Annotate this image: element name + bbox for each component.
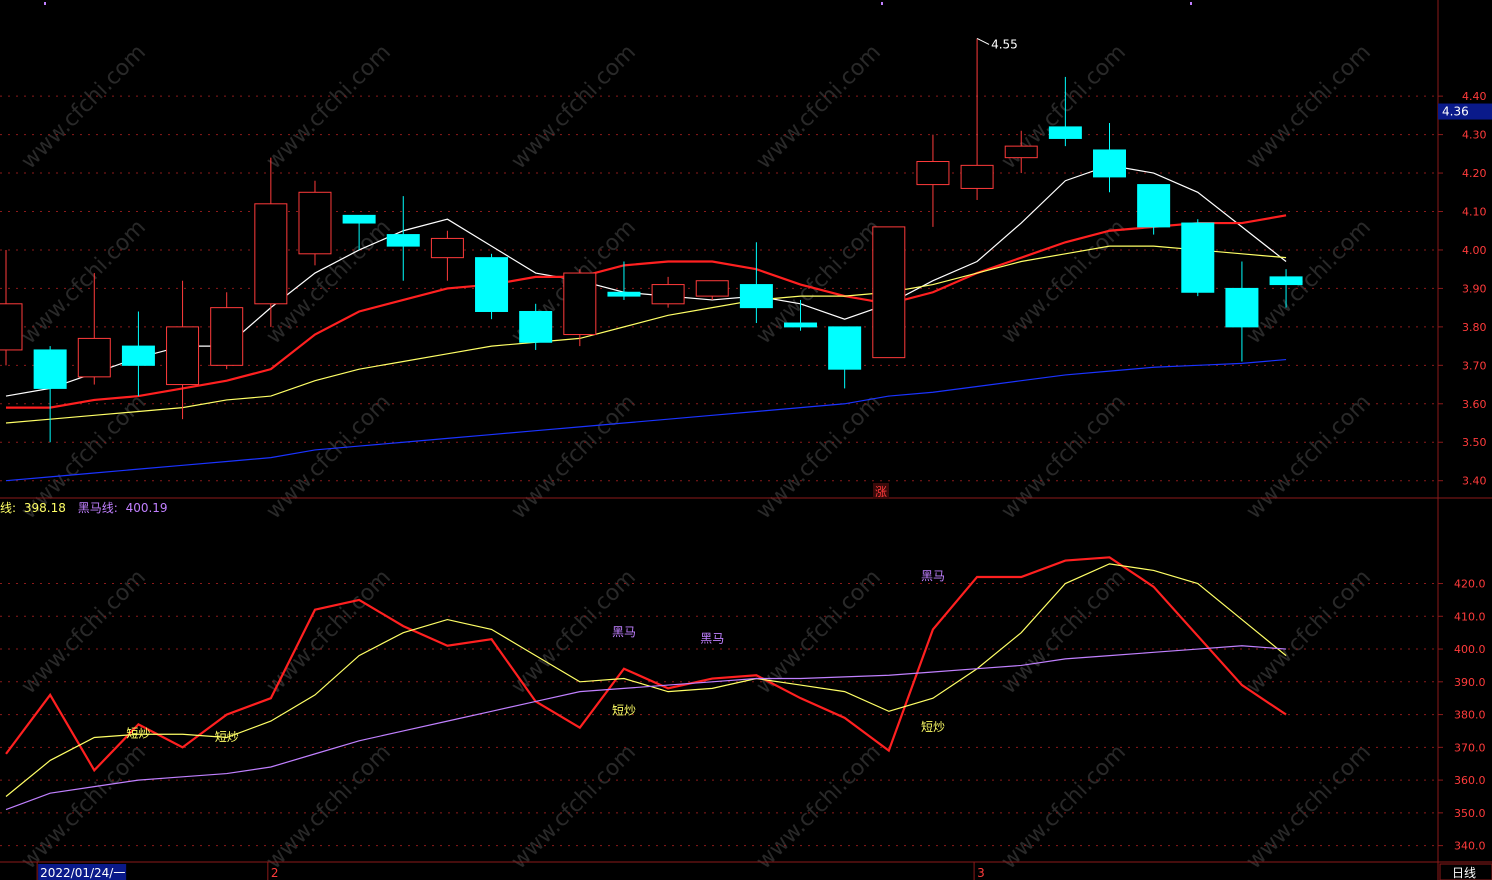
osc-annotation: 黑马 — [921, 569, 945, 583]
zhang-marker: 涨 — [873, 483, 889, 499]
candle-body — [607, 291, 641, 297]
osc-tick-label: 410.0 — [1454, 610, 1486, 623]
candle — [1181, 219, 1215, 297]
candle-body — [342, 214, 376, 224]
osc-annotation: 短炒 — [921, 720, 945, 734]
osc-tick-label: 350.0 — [1454, 807, 1486, 820]
price-tick-label: 3.70 — [1462, 359, 1487, 372]
candle-body — [1093, 149, 1126, 178]
osc-tick-label: 400.0 — [1454, 643, 1486, 656]
osc-tick-label: 390.0 — [1454, 676, 1486, 689]
legend-partial-value: 398.18 — [24, 501, 66, 515]
candle-body — [386, 234, 420, 247]
candle-body — [1269, 276, 1303, 286]
candle — [563, 269, 597, 347]
candle-body — [563, 272, 597, 336]
candle-body — [475, 257, 509, 312]
candle — [298, 180, 332, 266]
stock-chart: www.cfchi.com www.cfchi.com www.cfchi.com w… — [0, 0, 1492, 880]
price-tick-label: 3.50 — [1462, 436, 1487, 449]
price-tick-label: 4.10 — [1462, 206, 1487, 219]
price-tick-label: 3.90 — [1462, 282, 1487, 295]
osc-tick-label: 420.0 — [1454, 578, 1486, 591]
candle-body — [166, 326, 200, 386]
osc-annotation: 短炒 — [215, 730, 239, 744]
x-axis-label: 2 — [271, 866, 279, 880]
candle-body — [1048, 126, 1082, 139]
candle-body — [960, 164, 994, 189]
candle-body — [651, 284, 685, 305]
candle-body — [0, 303, 23, 351]
candle-body — [121, 345, 155, 366]
candle-body — [916, 161, 950, 186]
top-marker — [1190, 2, 1192, 5]
candle — [475, 253, 509, 320]
candle-body — [77, 337, 111, 378]
price-tick-label: 4.20 — [1462, 167, 1487, 180]
osc-tick-label: 360.0 — [1454, 774, 1486, 787]
osc-annotation: 短炒 — [612, 704, 636, 718]
price-tick-label: 4.40 — [1462, 90, 1487, 103]
top-marker — [881, 2, 883, 5]
osc-annotation: 黑马 — [612, 625, 636, 639]
legend-heima-label: 黑马线: — [78, 501, 118, 515]
candle-body — [828, 326, 862, 370]
candle — [872, 226, 906, 359]
candle-body — [430, 237, 464, 259]
price-tick-label: 4.30 — [1462, 129, 1487, 142]
osc-annotation: 短炒 — [126, 727, 150, 741]
max-price-label: 4.55 — [991, 37, 1018, 51]
candle-body — [33, 349, 67, 389]
candle-body — [519, 310, 553, 343]
period-label: 日线 — [1452, 866, 1476, 880]
candle-body — [695, 280, 729, 297]
price-tick-label: 3.60 — [1462, 398, 1487, 411]
x-axis-label: 3 — [977, 866, 985, 880]
osc-annotation: 黑马 — [700, 631, 724, 645]
price-tick-label: 4.00 — [1462, 244, 1487, 257]
zhang-label: 涨 — [875, 484, 887, 499]
top-marker — [44, 2, 46, 5]
current-price-label: 4.36 — [1442, 105, 1469, 119]
price-tick-label: 3.40 — [1462, 475, 1487, 488]
candle-body — [1004, 145, 1038, 159]
candle-body — [298, 191, 332, 255]
osc-tick-label: 370.0 — [1454, 741, 1486, 754]
legend-partial-label: 线: — [0, 501, 16, 515]
candle-body — [739, 284, 773, 309]
candle-body — [872, 226, 906, 359]
osc-tick-label: 340.0 — [1454, 840, 1486, 853]
oscillator-legend: 线: 398.18 黑马线: 400.19 — [0, 501, 168, 515]
current-price-tag: 4.36 — [1438, 103, 1492, 120]
candle-body — [1137, 184, 1171, 228]
candle-body — [1181, 222, 1215, 293]
osc-tick-label: 380.0 — [1454, 709, 1486, 722]
svg-text:线: 398.18 黑马线:: 线: 398.18 黑马线: 400.19 — [0, 501, 168, 515]
legend-heima-value: 400.19 — [126, 501, 168, 515]
period-indicator[interactable]: 日线 — [1439, 863, 1492, 880]
candle — [1137, 184, 1171, 235]
candle-body — [254, 203, 288, 305]
candle-body — [210, 307, 244, 366]
price-tick-label: 3.80 — [1462, 321, 1487, 334]
x-axis-label: 2022/01/24/一 — [40, 866, 125, 880]
candle-body — [1225, 287, 1259, 328]
candle-body — [784, 322, 818, 328]
